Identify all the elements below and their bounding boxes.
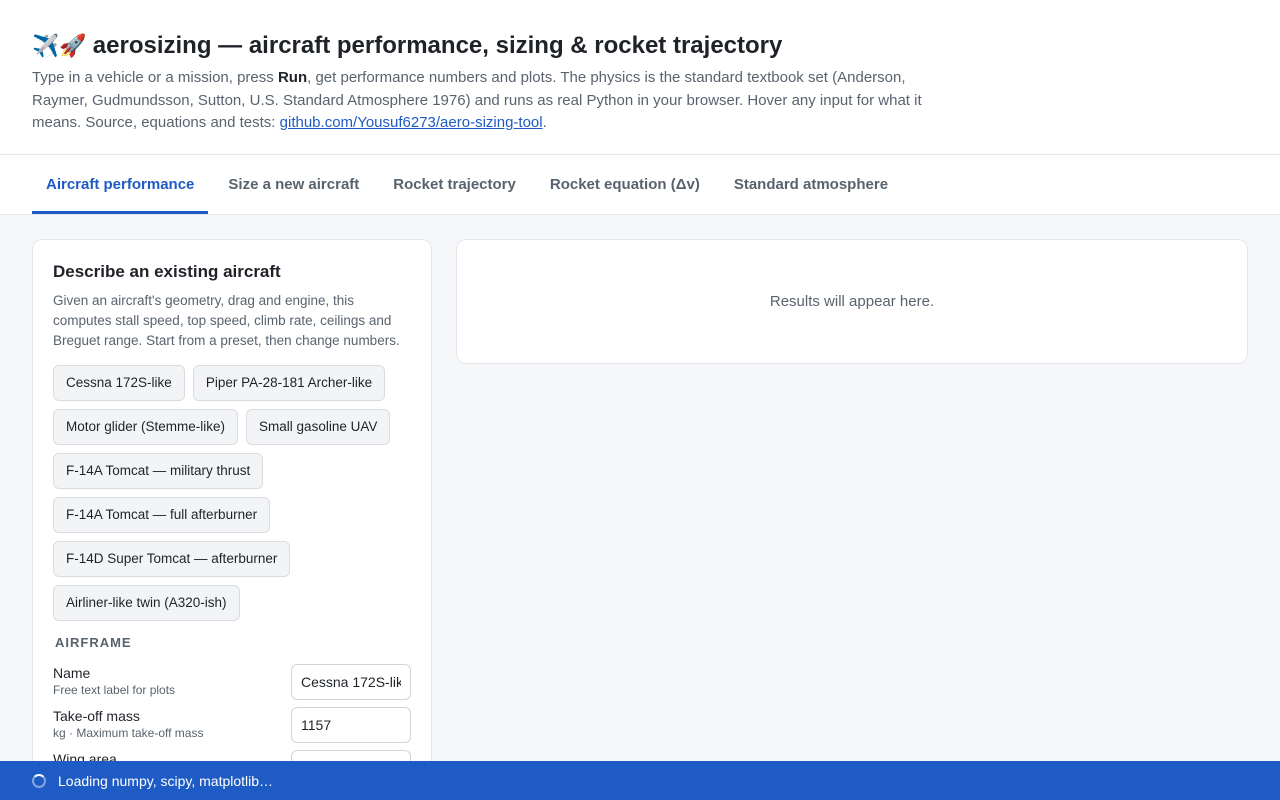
page-title: ✈️🚀 aerosizing — aircraft performance, s… <box>32 30 1248 62</box>
field-name-hint: Free text label for plots <box>53 683 176 697</box>
panel-title: Describe an existing aircraft <box>53 262 281 281</box>
main-content: Describe an existing aircraft Given an a… <box>0 215 1280 800</box>
tab-size-new-aircraft[interactable]: Size a new aircraft <box>214 155 373 214</box>
intro-text: Type in a vehicle or a mission, press Ru… <box>32 67 932 135</box>
panel-description: Given an aircraft's geometry, drag and e… <box>53 293 400 348</box>
field-takeoff-mass-hint: kg · Maximum take-off mass <box>53 726 204 740</box>
preset-airliner-twin[interactable]: Airliner-like twin (A320-ish) <box>53 585 240 621</box>
intro-run-bold: Run <box>277 69 308 86</box>
page-header: ✈️🚀 aerosizing — aircraft performance, s… <box>0 0 1280 155</box>
preset-gasoline-uav[interactable]: Small gasoline UAV <box>246 409 391 445</box>
field-name-label: Name <box>53 665 91 681</box>
airplane-rocket-icon: ✈️🚀 <box>32 33 87 59</box>
field-name: Name Free text label for plots <box>53 664 411 700</box>
tab-aircraft-performance[interactable]: Aircraft performance <box>32 155 209 214</box>
tab-rocket-equation[interactable]: Rocket equation (Δv) <box>536 155 714 214</box>
tab-rocket-trajectory[interactable]: Rocket trajectory <box>379 155 530 214</box>
intro-part1: Type in a vehicle or a mission, press <box>32 69 278 86</box>
preset-cessna-172s[interactable]: Cessna 172S-like <box>53 365 185 401</box>
source-link[interactable]: github.com/Yousuf6273/aero-sizing-tool <box>280 114 543 131</box>
section-airframe-heading: AIRFRAME <box>55 635 132 650</box>
aircraft-input-panel: Describe an existing aircraft Given an a… <box>32 239 432 800</box>
name-input[interactable] <box>291 664 411 700</box>
preset-motor-glider[interactable]: Motor glider (Stemme-like) <box>53 409 239 445</box>
preset-piper-archer[interactable]: Piper PA-28-181 Archer-like <box>192 365 386 401</box>
tab-standard-atmosphere[interactable]: Standard atmosphere <box>720 155 902 214</box>
loading-spinner-icon <box>32 773 46 788</box>
preset-f14d-afterburner[interactable]: F-14D Super Tomcat — afterburner <box>53 541 291 577</box>
field-takeoff-mass: Take-off mass kg · Maximum take-off mass <box>53 707 411 743</box>
page-title-text: aerosizing — aircraft performance, sizin… <box>92 32 783 59</box>
preset-f14a-afterburner[interactable]: F-14A Tomcat — full afterburner <box>53 497 271 533</box>
intro-end: . <box>542 114 547 131</box>
status-text: Loading numpy, scipy, matplotlib… <box>58 772 274 789</box>
results-panel: Results will appear here. <box>456 239 1248 364</box>
tab-bar: Aircraft performance Size a new aircraft… <box>0 155 1280 215</box>
field-takeoff-mass-label: Take-off mass <box>53 708 140 724</box>
results-placeholder: Results will appear here. <box>769 293 935 310</box>
status-bar: Loading numpy, scipy, matplotlib… <box>0 761 1280 800</box>
preset-list: Cessna 172S-like Piper PA-28-181 Archer-… <box>53 365 403 621</box>
takeoff-mass-input[interactable] <box>291 707 411 743</box>
preset-f14a-military[interactable]: F-14A Tomcat — military thrust <box>53 453 264 489</box>
